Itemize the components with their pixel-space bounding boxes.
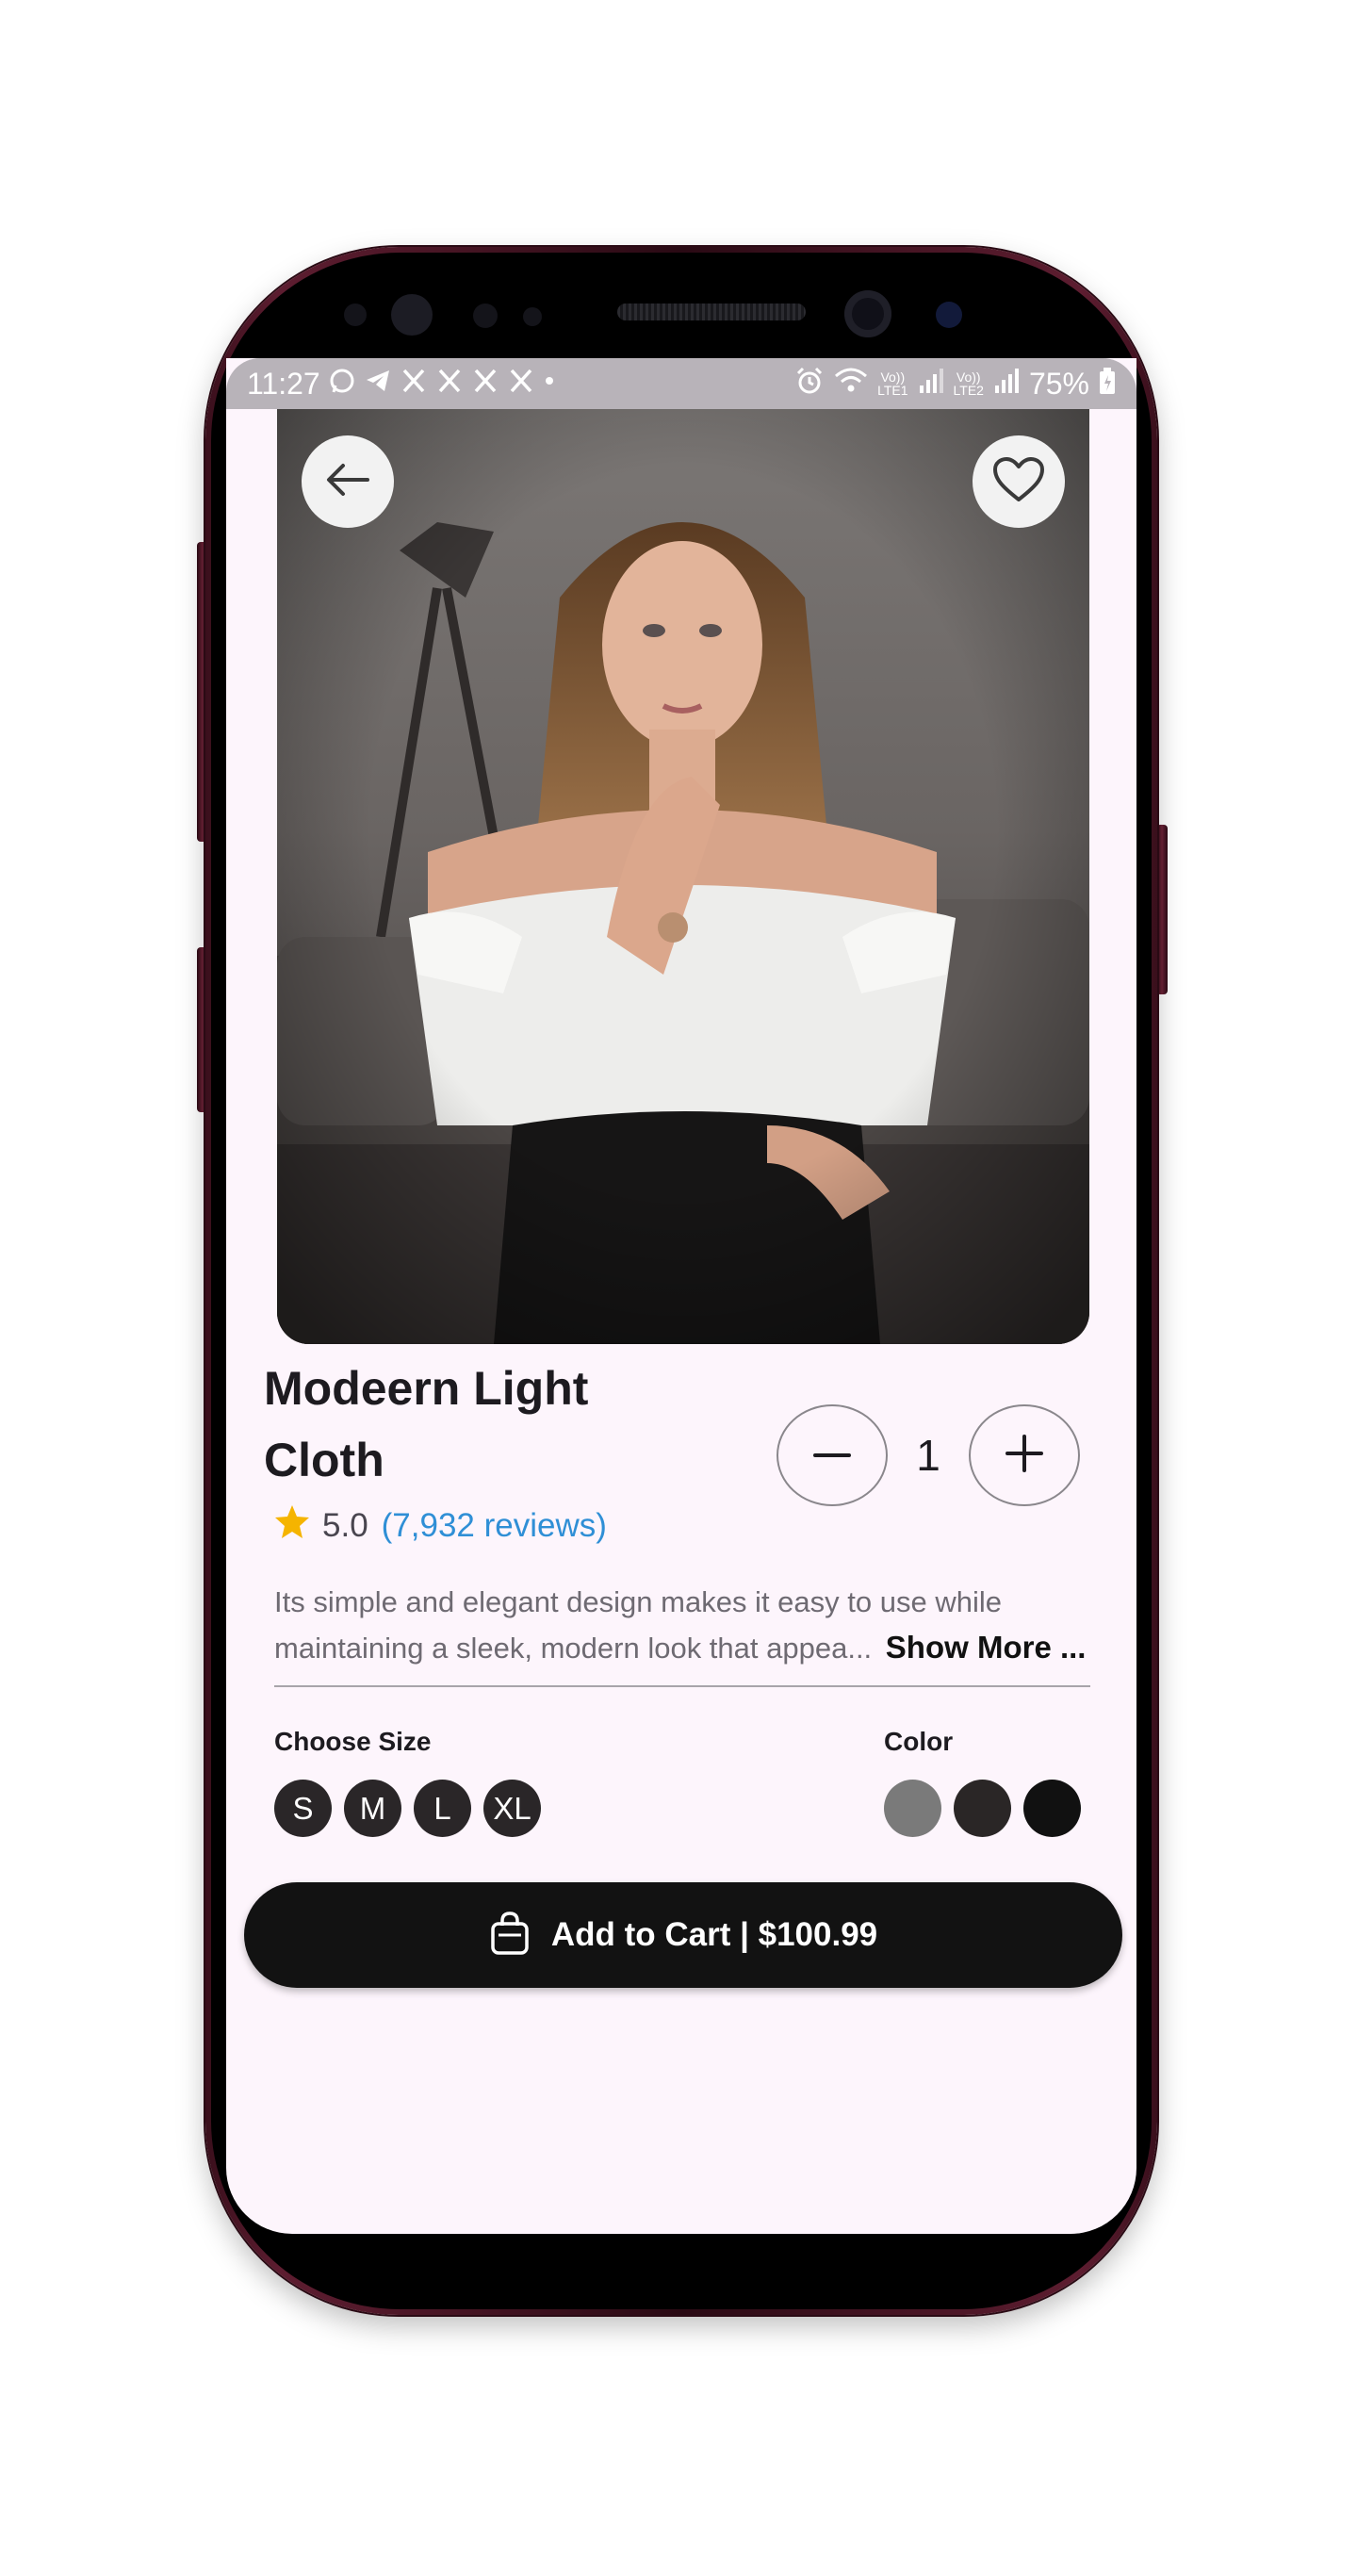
product-photo-illustration — [277, 409, 1089, 1344]
arrow-left-icon — [324, 461, 371, 503]
ir-sensor — [523, 307, 542, 326]
product-title: Modeern Light Cloth — [264, 1353, 678, 1496]
show-more-link[interactable]: Show More ... — [886, 1630, 1087, 1665]
color-swatch-gray[interactable] — [884, 1780, 941, 1837]
wifi-icon — [834, 366, 868, 402]
size-option-xl[interactable]: XL — [483, 1780, 541, 1837]
size-label: Choose Size — [274, 1727, 432, 1756]
size-option-m[interactable]: M — [344, 1780, 401, 1837]
x-app-icon — [400, 367, 428, 401]
battery-percent: 75% — [1028, 366, 1089, 401]
color-swatch-black[interactable] — [1023, 1780, 1081, 1837]
size-option-s[interactable]: S — [274, 1780, 332, 1837]
x-app-icon — [471, 367, 499, 401]
battery-charging-icon — [1099, 367, 1116, 401]
product-image — [277, 409, 1089, 1344]
iris-camera — [936, 302, 962, 328]
sim1-lte-label: Vo)) LTE1 — [877, 370, 907, 397]
add-to-cart-label: Add to Cart | $100.99 — [550, 1916, 878, 1953]
power-button — [1156, 825, 1168, 994]
heart-outline-icon — [992, 456, 1045, 508]
add-to-cart-button[interactable]: Add to Cart | $100.99 — [244, 1882, 1122, 1988]
status-left: 11:27 — [247, 367, 556, 402]
more-notifications-dot-icon — [543, 367, 556, 401]
color-swatch-charcoal[interactable] — [954, 1780, 1011, 1837]
x-app-icon — [507, 367, 535, 401]
back-button[interactable] — [302, 435, 394, 528]
decrement-button[interactable] — [777, 1404, 888, 1506]
sim1-lte-text: LTE1 — [877, 383, 908, 398]
size-option-l[interactable]: L — [414, 1780, 471, 1837]
front-camera — [844, 290, 891, 337]
size-options: S M L XL — [274, 1780, 541, 1837]
reviews-link[interactable]: (7,932 reviews) — [382, 1507, 607, 1545]
x-app-icon — [435, 367, 464, 401]
description-divider — [274, 1685, 1090, 1687]
signal-strength-icon — [918, 367, 944, 401]
quantity-stepper: 1 — [777, 1404, 1080, 1506]
shopping-bag-icon — [489, 1911, 531, 1961]
status-right: Vo)) LTE1 Vo)) LTE2 75% — [794, 366, 1116, 402]
whatsapp-icon — [328, 367, 356, 401]
star-icon — [273, 1502, 311, 1549]
earpiece-speaker — [617, 304, 806, 320]
rating-score: 5.0 — [322, 1506, 368, 1544]
sim2-lte-label: Vo)) LTE2 — [954, 370, 984, 397]
product-description: Its simple and elegant design makes it e… — [274, 1580, 1122, 1671]
signal-strength-icon — [993, 367, 1020, 401]
quantity-value: 1 — [916, 1431, 940, 1480]
sim2-lte-text: LTE2 — [953, 383, 984, 398]
product-title-line2: Cloth — [264, 1434, 384, 1486]
product-title-line1: Modeern Light — [264, 1362, 589, 1415]
rating-row: 5.0 (7,932 reviews) — [273, 1502, 607, 1549]
plus-icon — [1005, 1434, 1043, 1477]
iris-sensor — [391, 294, 433, 336]
color-label: Color — [884, 1727, 954, 1756]
status-time: 11:27 — [247, 366, 320, 401]
alarm-icon — [794, 366, 825, 402]
telegram-icon — [364, 367, 392, 401]
app-screen: 11:27 Vo)) LTE1 Vo)) LTE2 75% Modeern Li… — [226, 358, 1136, 2234]
light-sensor — [473, 304, 498, 328]
status-bar: 11:27 Vo)) LTE1 Vo)) LTE2 75% — [226, 358, 1136, 409]
favorite-button[interactable] — [973, 435, 1065, 528]
color-options — [884, 1780, 1081, 1837]
minus-icon — [813, 1447, 851, 1464]
increment-button[interactable] — [969, 1404, 1080, 1506]
stage: 11:27 Vo)) LTE1 Vo)) LTE2 75% Modeern Li… — [0, 0, 1357, 2576]
proximity-sensor — [344, 304, 367, 326]
